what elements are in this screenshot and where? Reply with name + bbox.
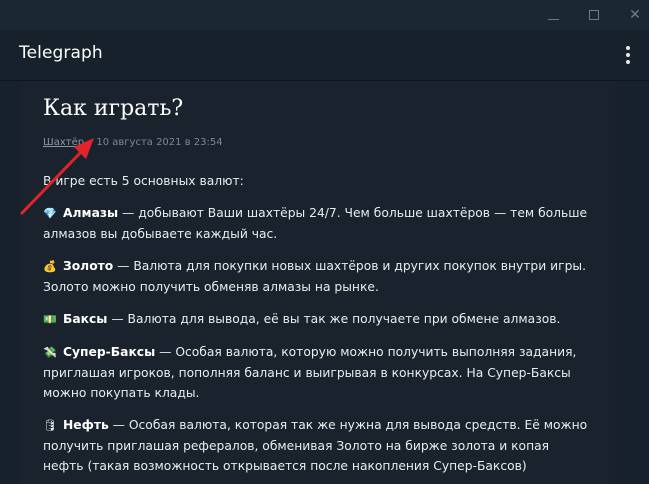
currency-paragraph: 💸 Супер-Баксы — Особая валюта, которую мо… — [43, 342, 588, 403]
currency-emoji-icon: 💸 — [43, 346, 57, 359]
annotation-arrow-icon — [20, 138, 94, 215]
currency-emoji-icon: 🛢 — [43, 419, 57, 432]
currency-description: — Валюта для покупки новых шахтёров и др… — [43, 259, 587, 294]
minimize-icon — [547, 18, 559, 20]
kebab-dot — [626, 53, 630, 57]
kebab-menu-icon — [626, 46, 630, 50]
app-title: Telegraph — [19, 43, 103, 63]
currency-emoji-icon: 💰 — [43, 260, 57, 273]
maximize-button[interactable] — [584, 5, 604, 25]
currency-description: — Особая валюта, которая так же нужна дл… — [43, 418, 588, 473]
article-panel: Как играть? Шахтёр • 10 августа 2021 в 2… — [20, 81, 615, 484]
currency-paragraph: 💰 Золото — Валюта для покупки новых шахтё… — [43, 256, 588, 297]
kebab-dot — [626, 60, 630, 64]
kebab-menu-button[interactable] — [618, 42, 638, 68]
close-button[interactable]: ✕ — [625, 5, 645, 25]
minimize-button[interactable] — [543, 5, 563, 25]
currency-name: Золото — [63, 259, 114, 273]
currency-paragraph: 🛢 Нефть — Особая валюта, которая так же н… — [43, 415, 588, 476]
currency-list: 💎 Алмазы — добывают Ваши шахтёры 24/7. Че… — [43, 203, 588, 476]
currency-emoji-icon: 💵 — [43, 313, 57, 326]
currency-name: Нефть — [63, 418, 109, 432]
app-header: Telegraph — [0, 30, 649, 81]
window-titlebar: ✕ — [0, 0, 649, 30]
maximize-icon — [589, 10, 599, 20]
currency-paragraph: 💵 Баксы — Валюта для вывода, её вы так же… — [43, 309, 588, 330]
close-icon: ✕ — [629, 7, 641, 23]
currency-description: — Валюта для вывода, её вы так же получа… — [107, 312, 561, 326]
currency-name: Баксы — [63, 312, 108, 326]
currency-name: Супер-Баксы — [63, 345, 156, 359]
